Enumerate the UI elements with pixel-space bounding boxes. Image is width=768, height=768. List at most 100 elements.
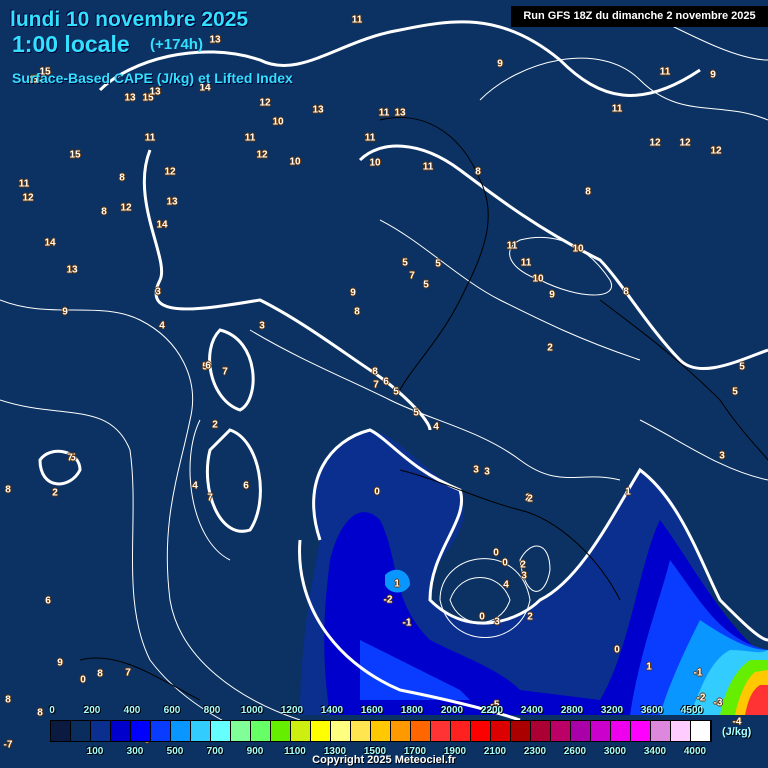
color-scale-cell (111, 721, 131, 741)
lifted-index-label: 8 (354, 306, 360, 318)
lifted-index-label: 11 (422, 161, 434, 173)
forecast-time: 1:00 locale (12, 31, 130, 57)
lifted-index-label: 13 (312, 104, 324, 116)
lifted-index-label: 11 (520, 257, 532, 269)
lifted-index-label: 12 (256, 149, 268, 161)
lifted-index-label: 4 (503, 579, 509, 591)
scale-tick-label: 0 (49, 705, 55, 716)
lifted-index-label: 9 (350, 287, 356, 299)
lifted-index-label: 6 (205, 360, 211, 372)
color-scale-cell (51, 721, 71, 741)
lifted-index-label: 0 (374, 486, 380, 498)
color-scale-cell (471, 721, 491, 741)
lifted-index-label: 7 (222, 366, 228, 378)
lifted-index-label: 8 (585, 186, 591, 198)
color-scale-cell (151, 721, 171, 741)
lifted-index-label: 5 (739, 361, 745, 373)
color-scale-cell (351, 721, 371, 741)
scale-tick-label: 1200 (280, 705, 304, 716)
lifted-index-label: 12 (649, 137, 661, 149)
lifted-index-label: 8 (101, 206, 107, 218)
color-scale-cell (451, 721, 471, 741)
lifted-index-label: 3 (259, 320, 265, 332)
weather-map-view: 14 15 15 15 13 14 13 13 11 12 11 11 12 10 10 13 11 12 13 11… (0, 0, 768, 768)
lifted-index-label: 12 (679, 137, 691, 149)
color-scale-cell (591, 721, 611, 741)
lifted-index-label: 9 (549, 289, 555, 301)
lifted-index-label: 8 (372, 366, 378, 378)
lifted-index-label: 6 (243, 480, 249, 492)
scale-tick-label: 2400 (520, 705, 544, 716)
lifted-index-label: 7 (409, 270, 415, 282)
color-scale-cell (631, 721, 651, 741)
lifted-index-label: 4 (192, 480, 198, 492)
lifted-index-label: 7 (373, 379, 379, 391)
lifted-index-label: -1 (693, 667, 703, 679)
lifted-index-label: 2 (527, 611, 533, 623)
lifted-index-label: 9 (57, 657, 63, 669)
lifted-index-label: 11 (506, 240, 518, 252)
lifted-index-label: 3 (473, 464, 479, 476)
lifted-index-label: 5 (402, 257, 408, 269)
lifted-index-label: 13 (149, 86, 161, 98)
scale-tick-label: 3600 (640, 705, 664, 716)
color-scale-cell (551, 721, 571, 741)
lifted-index-label: 8 (475, 166, 481, 178)
lifted-index-label: 12 (120, 202, 132, 214)
color-scale-cell (371, 721, 391, 741)
lifted-index-label: 5 (393, 386, 399, 398)
color-scale-cell (691, 721, 711, 741)
lifted-index-label: 3 (494, 616, 500, 628)
lifted-index-label: 10 (532, 273, 544, 285)
color-scale-cell (611, 721, 631, 741)
color-scale-cell (131, 721, 151, 741)
color-scale-cell (271, 721, 291, 741)
color-scale-cell (211, 721, 231, 741)
lifted-index-label: -7 (3, 739, 13, 751)
scale-tick-label: 600 (163, 705, 181, 716)
lifted-index-label: 1 (625, 486, 631, 498)
lifted-index-label: 3 (719, 450, 725, 462)
color-scale-cell (531, 721, 551, 741)
lifted-index-label: 0 (502, 557, 508, 569)
lifted-index-label: 15 (69, 149, 81, 161)
scale-tick-label: 3200 (600, 705, 624, 716)
lifted-index-label: 13 (124, 92, 136, 104)
lifted-index-label: 6 (383, 376, 389, 388)
lifted-index-label: 11 (378, 107, 390, 119)
lifted-index-label: 6 (45, 595, 51, 607)
scale-tick-label: 1400 (320, 705, 344, 716)
scale-tick-label: 400 (123, 705, 141, 716)
color-scale-cell (571, 721, 591, 741)
scale-tick-label: 4500 (680, 705, 704, 716)
lifted-index-label: 13 (166, 196, 178, 208)
lifted-index-label: 12 (259, 97, 271, 109)
scale-tick-label: 1600 (360, 705, 384, 716)
lifted-index-label: 9 (497, 58, 503, 70)
lifted-index-label: 2 (527, 493, 533, 505)
lifted-index-label: 8 (37, 707, 43, 719)
color-scale-cell (231, 721, 251, 741)
scale-tick-label: 200 (83, 705, 101, 716)
lifted-index-label: 11 (351, 14, 363, 26)
lifted-index-label: 5 (423, 279, 429, 291)
lifted-index-label: 10 (572, 243, 584, 255)
color-scale-bar (50, 720, 712, 742)
color-scale-cell (651, 721, 671, 741)
color-scale-cell (171, 721, 191, 741)
scale-tick-label: 2200 (480, 705, 504, 716)
lifted-index-label: 10 (369, 157, 381, 169)
color-scale-cell (71, 721, 91, 741)
lifted-index-label: 2 (547, 342, 553, 354)
lifted-index-label: 12 (22, 192, 34, 204)
lifted-index-label: 5 (413, 407, 419, 419)
lifted-index-label: 0 (493, 547, 499, 559)
lifted-index-label: 11 (18, 178, 30, 190)
copyright: Copyright 2025 Meteociel.fr (312, 754, 456, 766)
lifted-index-label: 13 (394, 107, 406, 119)
lifted-index-label: 11 (144, 132, 156, 144)
lifted-index-label: 10 (289, 156, 301, 168)
lifted-index-label: 9 (710, 69, 716, 81)
scale-tick-label: 800 (203, 705, 221, 716)
scale-tick-label: 2800 (560, 705, 584, 716)
